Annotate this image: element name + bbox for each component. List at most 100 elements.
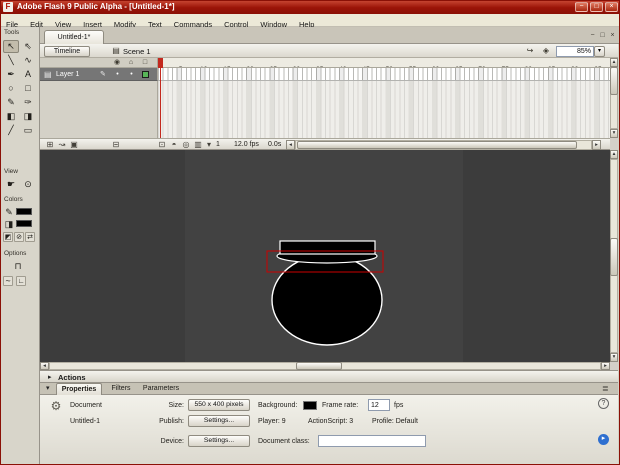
timeline-scroll-thumb[interactable]: [610, 67, 618, 95]
actions-panel-title[interactable]: Actions: [58, 372, 86, 383]
publish-settings-button[interactable]: Settings...: [188, 415, 250, 427]
stroke-color-swatch[interactable]: [16, 208, 32, 215]
panel-close-icon[interactable]: ×: [608, 31, 617, 41]
tab-filters[interactable]: Filters: [106, 383, 136, 395]
outline-column-icon[interactable]: □: [140, 58, 150, 68]
document-name-label: Untitled-1: [70, 417, 100, 427]
layer-visibility-dot[interactable]: •: [114, 68, 121, 81]
size-label: Size:: [146, 401, 184, 411]
subselection-tool[interactable]: ⇖: [20, 40, 36, 53]
stage-pasteboard[interactable]: [40, 150, 610, 362]
close-button[interactable]: ×: [605, 2, 618, 12]
title-bar[interactable]: F Adobe Flash 9 Public Alpha - [Untitled…: [0, 0, 620, 14]
layer-lock-dot[interactable]: •: [128, 68, 135, 81]
fill-color-icon: ◨: [3, 218, 15, 231]
layer-frames-row[interactable]: [158, 68, 610, 81]
zoom-dropdown-icon[interactable]: ▾: [594, 46, 605, 57]
actionscript-info: ActionScript: 3: [308, 417, 353, 427]
panel-menu-icon[interactable]: ≣: [602, 384, 609, 394]
timeline-hscroll-thumb[interactable]: [297, 141, 577, 149]
shortcut-icon[interactable]: ▸: [598, 434, 609, 445]
edit-scene-button[interactable]: ↪: [524, 46, 536, 57]
tab-parameters[interactable]: Parameters: [138, 383, 184, 395]
stage-vscroll-thumb[interactable]: [610, 238, 618, 276]
playhead-line: [160, 68, 161, 138]
fill-color-swatch[interactable]: [16, 220, 32, 227]
rectangle-tool[interactable]: □: [20, 82, 36, 95]
oval-tool[interactable]: ○: [3, 82, 19, 95]
document-tab[interactable]: Untitled-1*: [44, 30, 104, 44]
menu-bar: FileEditViewInsertModifyTextCommandsCont…: [0, 14, 620, 27]
pencil-tool[interactable]: ✎: [3, 96, 19, 109]
paint-bucket-tool[interactable]: ◨: [20, 110, 36, 123]
properties-tab-bar: ▾ Properties Filters Parameters ≣: [40, 383, 618, 395]
document-properties-icon: ⚙: [48, 398, 64, 414]
player-info: Player: 9: [258, 417, 286, 427]
eraser-tool[interactable]: ▭: [20, 124, 36, 137]
default-colors-button[interactable]: ◩: [3, 232, 13, 242]
stage-scroll-down-icon[interactable]: ▾: [610, 353, 618, 362]
expand-arrow-icon[interactable]: ▸: [48, 372, 52, 383]
maximize-button[interactable]: □: [590, 2, 603, 12]
layer-row[interactable]: ▤ Layer 1 ✎ • •: [40, 68, 158, 81]
fps-suffix-label: fps: [394, 401, 403, 411]
device-settings-button[interactable]: Settings...: [188, 435, 250, 447]
stage-hscroll-thumb[interactable]: [296, 362, 342, 370]
playhead-marker[interactable]: [158, 58, 163, 68]
hand-tool[interactable]: ☛: [3, 178, 19, 191]
device-label: Device:: [146, 437, 184, 447]
help-icon[interactable]: ?: [598, 398, 609, 409]
ink-bottle-tool[interactable]: ◧: [3, 110, 19, 123]
layer-outline-color-swatch[interactable]: [142, 71, 149, 78]
actions-panel-bar[interactable]: ▸ Actions: [40, 370, 618, 383]
frame-ruler[interactable]: 5101520253035404550556065707580859095: [158, 58, 610, 68]
snap-to-objects-button[interactable]: ⊓: [10, 260, 26, 273]
stage-drawing: [40, 150, 610, 362]
timeline-footer: ⊞ ↝ ▣ ⊟ ⊡ ◓ ◎ ▥ ▾ 1 12.0 fps 0.0s ◂ ▸: [40, 138, 610, 150]
stage-scroll-left-icon[interactable]: ◂: [40, 362, 49, 370]
timeline-scroll-right-icon[interactable]: ▸: [592, 140, 601, 150]
timeline-tab-button[interactable]: Timeline: [44, 46, 90, 57]
size-button[interactable]: 550 x 400 pixels: [188, 399, 250, 411]
panel-restore-icon[interactable]: □: [598, 31, 607, 41]
panel-minimize-icon[interactable]: −: [588, 31, 597, 41]
lasso-tool[interactable]: ∿: [20, 54, 36, 67]
no-color-button[interactable]: ⊘: [14, 232, 24, 242]
pot-body-shape[interactable]: [272, 255, 382, 345]
straighten-button[interactable]: ∟: [16, 276, 26, 286]
selection-tool[interactable]: ↖: [3, 40, 19, 53]
window-title: Adobe Flash 9 Public Alpha - [Untitled-1…: [17, 0, 175, 14]
timeline-scroll-down-icon[interactable]: ▾: [610, 129, 618, 138]
text-tool[interactable]: A: [20, 68, 36, 81]
document-class-input[interactable]: [318, 435, 426, 447]
frame-rate-label: Frame rate:: [322, 401, 358, 411]
frame-rate-input[interactable]: [368, 399, 390, 411]
collapse-arrow-icon[interactable]: ▾: [46, 384, 50, 394]
zoom-tool[interactable]: ⊙: [20, 178, 36, 191]
tab-properties[interactable]: Properties: [56, 383, 102, 395]
timeline-scroll-left-icon[interactable]: ◂: [286, 140, 295, 150]
zoom-level-select[interactable]: 85%: [556, 46, 594, 57]
timeline-header: Timeline ▤ Scene 1 ↪ ◈ 85% ▾: [40, 44, 618, 58]
edit-symbol-button[interactable]: ◈: [540, 46, 552, 57]
lock-column-icon[interactable]: ⌂: [126, 58, 136, 68]
brush-tool[interactable]: ✑: [20, 96, 36, 109]
document-tab-bar: Untitled-1* − □ ×: [40, 27, 620, 44]
show-hide-column-icon[interactable]: ◉: [112, 58, 122, 68]
stage-scroll-up-icon[interactable]: ▴: [610, 150, 618, 159]
smooth-button[interactable]: ∼: [3, 276, 13, 286]
layer-name[interactable]: Layer 1: [56, 68, 79, 81]
application-window: F Adobe Flash 9 Public Alpha - [Untitled…: [0, 0, 620, 465]
pot-lid-shape[interactable]: [280, 241, 375, 254]
pen-tool[interactable]: ✒: [3, 68, 19, 81]
stage-scroll-right-icon[interactable]: ▸: [601, 362, 610, 370]
scene-breadcrumb[interactable]: Scene 1: [123, 46, 151, 57]
background-color-swatch[interactable]: [303, 401, 317, 410]
line-tool[interactable]: ╲: [3, 54, 19, 67]
minimize-button[interactable]: −: [575, 2, 588, 12]
tools-section-label: Tools: [4, 29, 19, 37]
options-section-label: Options: [4, 250, 26, 258]
timeline-scroll-up-icon[interactable]: ▴: [610, 58, 618, 67]
eyedropper-tool[interactable]: ╱: [3, 124, 19, 137]
swap-colors-button[interactable]: ⇄: [25, 232, 35, 242]
